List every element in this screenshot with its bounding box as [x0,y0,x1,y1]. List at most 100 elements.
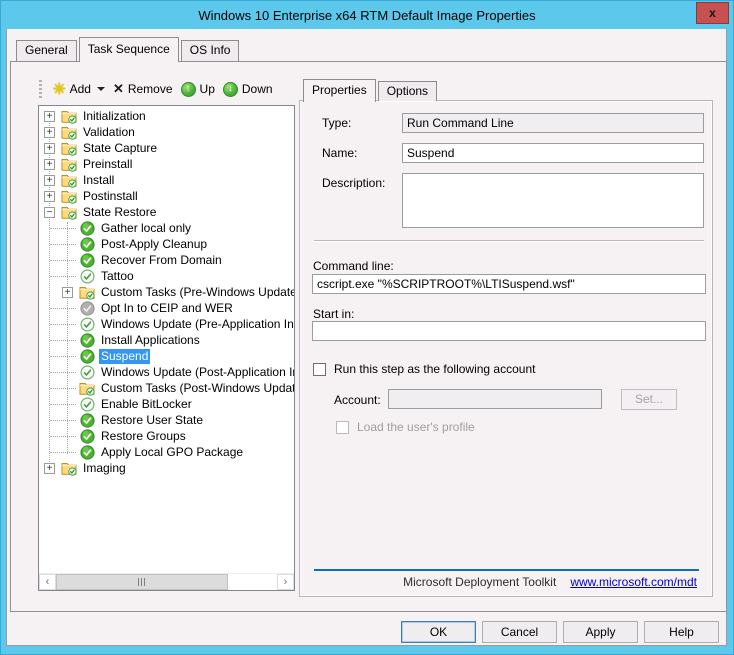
close-button[interactable]: x [696,2,729,24]
tree-connector [62,340,79,341]
tree-item-enable-bitlocker[interactable]: Enable BitLocker [39,396,294,412]
step-check-outline-icon [79,396,95,412]
apply-button[interactable]: Apply [563,621,638,643]
tree-item-label: Validation [81,125,137,140]
window-title: Windows 10 Enterprise x64 RTM Default Im… [198,8,535,23]
step-check-solid-icon [79,412,95,428]
load-profile-checkbox-row: Load the user's profile [336,420,475,434]
move-down-button[interactable]: ↓ Down [219,80,277,99]
add-button[interactable]: Add [49,78,109,100]
scroll-right-button[interactable]: › [277,574,294,590]
scrollbar-thumb[interactable] [56,574,228,590]
step-check-solid-icon [79,252,95,268]
expand-plus-icon[interactable]: + [44,127,55,138]
remove-button[interactable]: Remove [109,79,177,99]
titlebar[interactable]: Windows 10 Enterprise x64 RTM Default Im… [1,1,733,29]
run-as-checkbox[interactable] [313,363,326,376]
task-sequence-tree[interactable]: +Initialization+Validation+State Capture… [38,105,295,591]
tree-item-install-applications[interactable]: Install Applications [39,332,294,348]
dialog-tab-os-info[interactable]: OS Info [181,40,240,61]
expand-plus-icon[interactable]: + [44,191,55,202]
panel-tab-options[interactable]: Options [378,81,437,101]
move-up-button[interactable]: ↑ Up [177,80,219,99]
tree-item-label: Restore Groups [99,429,188,444]
tree-item-restore-groups[interactable]: Restore Groups [39,428,294,444]
dialog-tab-task-sequence[interactable]: Task Sequence [79,37,179,62]
account-label: Account: [334,393,381,407]
tree-item-apply-local-gpo-package[interactable]: Apply Local GPO Package [39,444,294,460]
tree-item-windows-update-pre-application-installa[interactable]: Windows Update (Pre-Application Installa [39,316,294,332]
mdt-link[interactable]: www.microsoft.com/mdt [570,575,697,589]
properties-group-box: Type: Name: Description: Command line: S… [299,100,713,597]
tree-rows: +Initialization+Validation+State Capture… [39,108,294,573]
tree-item-imaging[interactable]: + Imaging [39,460,294,476]
toolbar-grip[interactable] [39,80,42,98]
tree-connector [62,404,79,405]
tree-item-custom-tasks-pre-windows-update[interactable]: + Custom Tasks (Pre-Windows Update) [39,284,294,300]
expand-plus-icon[interactable]: + [44,111,55,122]
step-check-solid-icon [79,348,95,364]
expand-plus-icon[interactable]: + [44,143,55,154]
task-sequence-tab-page: Add Remove ↑ Up ↓ Down [10,61,727,612]
properties-tab-strip: PropertiesOptions [303,78,439,101]
tree-item-postinstall[interactable]: + Postinstall [39,188,294,204]
folder-check-icon [61,188,77,204]
tree-item-state-restore[interactable]: −State Restore [39,204,294,220]
tree-horizontal-scrollbar: ‹ › [39,573,294,590]
tree-item-custom-tasks-post-windows-update[interactable]: Custom Tasks (Post-Windows Update) [39,380,294,396]
tree-item-state-capture[interactable]: +State Capture [39,140,294,156]
tree-item-post-apply-cleanup[interactable]: Post-Apply Cleanup [39,236,294,252]
start-in-field[interactable] [312,321,706,341]
expand-plus-icon[interactable]: + [44,175,55,186]
tree-item-label: Restore User State [99,413,205,428]
folder-check-icon [61,108,77,124]
folder-check-icon [61,460,77,476]
step-check-solid-icon [79,428,95,444]
start-in-label: Start in: [313,307,354,321]
tree-item-initialization[interactable]: +Initialization [39,108,294,124]
help-button[interactable]: Help [644,621,719,643]
expand-plus-icon[interactable]: + [62,287,73,298]
tree-item-preinstall[interactable]: + Preinstall [39,156,294,172]
tree-connector [62,372,79,373]
folder-check-icon [61,204,77,220]
name-field[interactable] [402,143,704,163]
dialog-body: GeneralTask SequenceOS Info Add Remove ↑… [6,29,727,646]
scroll-left-button[interactable]: ‹ [39,574,56,590]
tree-connector [62,308,79,309]
tree-item-validation[interactable]: + Validation [39,124,294,140]
load-profile-checkbox [336,421,349,434]
ok-button[interactable]: OK [401,621,476,643]
scrollbar-track[interactable] [228,574,277,590]
step-check-solid-icon [79,332,95,348]
tree-item-label: Preinstall [81,157,134,172]
tree-item-suspend[interactable]: Suspend [39,348,294,364]
down-button-label: Down [242,82,273,96]
tree-item-restore-user-state[interactable]: Restore User State [39,412,294,428]
section-separator [314,240,704,242]
tree-item-label: Postinstall [81,189,140,204]
expand-plus-icon[interactable]: + [44,463,55,474]
footer: Microsoft Deployment Toolkit www.microso… [403,575,697,589]
tree-connector [62,436,79,437]
description-field[interactable] [402,173,704,228]
expand-plus-icon[interactable]: + [44,159,55,170]
tree-item-opt-in-to-ceip-and-wer[interactable]: Opt In to CEIP and WER [39,300,294,316]
run-as-checkbox-label: Run this step as the following account [334,362,535,376]
collapse-minus-icon[interactable]: − [44,207,55,218]
mdt-brand-label: Microsoft Deployment Toolkit [403,575,556,589]
tree-item-recover-from-domain[interactable]: Recover From Domain [39,252,294,268]
tree-item-label: Suspend [99,349,150,364]
tree-item-gather-local-only[interactable]: Gather local only [39,220,294,236]
cancel-button[interactable]: Cancel [482,621,557,643]
panel-tab-properties[interactable]: Properties [303,79,376,102]
tree-item-install[interactable]: +Install [39,172,294,188]
account-field [388,389,602,409]
dialog-tab-general[interactable]: General [16,40,77,61]
command-line-field[interactable] [312,274,706,294]
tree-item-label: Imaging [81,461,128,476]
tree-item-label: Custom Tasks (Pre-Windows Update) [99,285,294,300]
tree-item-tattoo[interactable]: Tattoo [39,268,294,284]
tree-item-label: Post-Apply Cleanup [99,237,209,252]
tree-item-windows-update-post-application-installi[interactable]: Windows Update (Post-Application Install… [39,364,294,380]
